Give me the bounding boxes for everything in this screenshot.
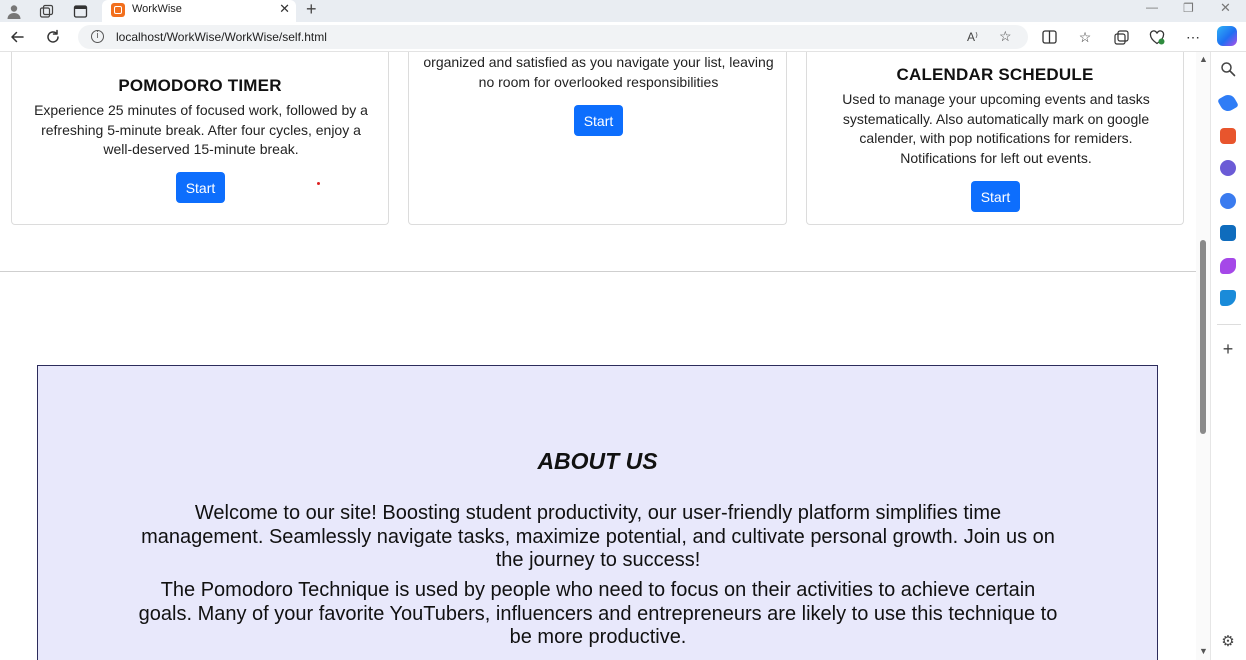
split-screen-icon[interactable] xyxy=(1039,28,1059,46)
favorite-star-icon[interactable]: ☆ xyxy=(999,28,1012,45)
address-bar[interactable]: i localhost/WorkWise/WorkWise/self.html … xyxy=(78,25,1028,49)
site-info-icon[interactable]: i xyxy=(91,30,104,43)
todo-card: organized and satisfied as you navigate … xyxy=(408,52,787,225)
card-description: Experience 25 minutes of focused work, f… xyxy=(34,102,368,158)
toolbar: i localhost/WorkWise/WorkWise/self.html … xyxy=(0,22,1246,52)
tab-workwise[interactable]: WorkWise ✕ xyxy=(102,0,296,22)
tab-actions-icon[interactable] xyxy=(70,1,90,21)
copilot-icon[interactable] xyxy=(1217,26,1237,46)
sidebar-settings-icon[interactable]: ⚙ xyxy=(1219,632,1237,650)
about-section: ABOUT US Welcome to our site! Boosting s… xyxy=(37,365,1158,660)
about-paragraph-2: The Pomodoro Technique is used by people… xyxy=(138,579,1058,648)
collections-icon[interactable] xyxy=(1111,28,1131,46)
sidebar-shopping-icon[interactable] xyxy=(1217,92,1239,114)
calendar-card: CALENDAR SCHEDULE Used to manage your up… xyxy=(806,52,1184,225)
sidebar-drop-icon[interactable] xyxy=(1220,290,1236,306)
favorites-icon[interactable]: ☆ xyxy=(1075,28,1095,46)
browser-essentials-icon[interactable] xyxy=(1147,28,1167,46)
todo-start-button[interactable]: Start xyxy=(574,105,623,136)
about-paragraph-1: Welcome to our site! Boosting student pr… xyxy=(141,502,1055,571)
sidebar-separator xyxy=(1217,324,1241,325)
site-favicon-icon xyxy=(111,3,125,17)
tab-strip: WorkWise ✕ + ― ❐ ✕ xyxy=(0,0,1246,22)
page-content: POMODORO TIMER Experience 25 minutes of … xyxy=(0,52,1196,660)
refresh-button[interactable] xyxy=(42,27,64,47)
scroll-up-icon[interactable]: ▲ xyxy=(1199,54,1208,64)
read-aloud-icon[interactable]: A⁾ xyxy=(967,30,978,44)
card-description: Used to manage your upcoming events and … xyxy=(842,91,1150,166)
stray-dot xyxy=(317,182,320,185)
card-description: organized and satisfied as you navigate … xyxy=(423,54,774,90)
sidebar-tools-icon[interactable] xyxy=(1220,128,1236,144)
more-options-icon[interactable]: ⋯ xyxy=(1183,28,1203,46)
edge-sidebar: + ⚙ xyxy=(1210,52,1246,660)
scroll-down-icon[interactable]: ▼ xyxy=(1199,646,1208,656)
new-tab-button[interactable]: + xyxy=(306,0,317,20)
pomodoro-card: POMODORO TIMER Experience 25 minutes of … xyxy=(11,52,389,225)
sidebar-search-icon[interactable] xyxy=(1219,61,1237,81)
close-window-icon[interactable]: ✕ xyxy=(1220,0,1231,16)
tab-title: WorkWise xyxy=(132,3,182,15)
card-title: POMODORO TIMER xyxy=(118,76,282,95)
workspaces-icon[interactable] xyxy=(36,1,56,21)
scroll-thumb[interactable] xyxy=(1200,240,1206,434)
sidebar-add-icon[interactable]: + xyxy=(1219,339,1237,360)
minimize-icon[interactable]: ― xyxy=(1146,0,1158,14)
card-title: CALENDAR SCHEDULE xyxy=(896,65,1094,84)
section-divider xyxy=(0,271,1196,272)
sidebar-games-icon[interactable] xyxy=(1220,160,1236,176)
about-heading: ABOUT US xyxy=(537,448,658,474)
sidebar-outlook-icon[interactable] xyxy=(1220,225,1236,241)
page-scrollbar[interactable]: ▲ ▼ xyxy=(1196,52,1210,660)
profile-icon[interactable] xyxy=(4,1,24,21)
sidebar-m365-icon[interactable] xyxy=(1220,193,1236,209)
close-tab-icon[interactable]: ✕ xyxy=(279,1,290,17)
back-button[interactable] xyxy=(6,27,28,47)
calendar-start-button[interactable]: Start xyxy=(971,181,1020,212)
restore-icon[interactable]: ❐ xyxy=(1183,1,1194,15)
pomodoro-start-button[interactable]: Start xyxy=(176,172,225,203)
sidebar-designer-icon[interactable] xyxy=(1220,258,1236,274)
url-text[interactable]: localhost/WorkWise/WorkWise/self.html xyxy=(116,30,327,44)
